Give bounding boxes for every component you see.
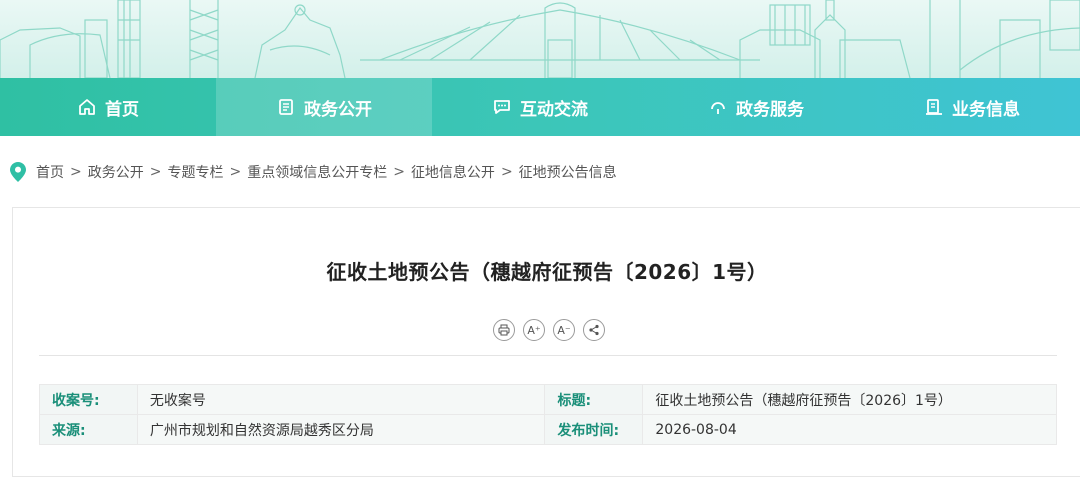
print-button[interactable] [493,319,515,341]
breadcrumb-item-land-acquisition[interactable]: 征地信息公开 [411,162,495,182]
share-icon [589,324,599,336]
breadcrumb-item-government-affairs[interactable]: 政务公开 [88,162,144,182]
nav-label: 政务服务 [736,99,804,120]
font-larger-icon: A⁺ [527,323,541,337]
title-value: 征收土地预公告（穗越府征预告〔2026〕1号） [642,384,1057,415]
index-label: 收案号: [39,384,138,415]
article-info-table: 收案号: 无收案号 标题: 征收土地预公告（穗越府征预告〔2026〕1号） 来源… [39,384,1057,445]
nav-item-government-affairs[interactable]: 政务公开 [216,78,432,136]
breadcrumb-item-special-topics[interactable]: 专题专栏 [167,162,223,182]
breadcrumb-item-home[interactable]: 首页 [36,162,64,182]
publish-date-value: 2026-08-04 [642,414,1057,445]
nav-item-services[interactable]: 政务服务 [648,78,864,136]
nav-label: 业务信息 [952,99,1020,120]
chat-icon [494,100,510,114]
header-banner [0,0,1080,78]
breadcrumb-separator: > [393,164,405,180]
breadcrumb-item-key-areas[interactable]: 重点领域信息公开专栏 [247,162,387,182]
service-icon [711,102,725,114]
breadcrumb: 首页 > 政务公开 > 专题专栏 > 重点领域信息公开专栏 > 征地信息公开 >… [10,160,617,184]
table-row: 收案号: 无收案号 标题: 征收土地预公告（穗越府征预告〔2026〕1号） [39,384,1057,415]
table-row: 来源: 广州市规划和自然资源局越秀区分局 发布时间: 2026-08-04 [39,414,1057,445]
title-label: 标题: [544,384,644,415]
article-title: 征收土地预公告（穗越府征预告〔2026〕1号） [326,260,768,284]
city-skyline-illustration [0,0,1080,78]
breadcrumb-item-pre-announcement[interactable]: 征地预公告信息 [519,162,617,182]
breadcrumb-separator: > [70,164,82,180]
share-button[interactable] [583,319,605,341]
home-icon [79,99,95,115]
nav-label: 政务公开 [304,99,372,120]
breadcrumb-separator: > [149,164,162,180]
nav-label: 互动交流 [520,99,588,120]
briefcase-icon [926,99,942,115]
font-smaller-icon: A⁻ [557,323,571,337]
location-pin-icon [10,162,26,182]
article-panel: 征收土地预公告（穗越府征预告〔2026〕1号） A⁺ A⁻ 收案号: 无收案号 … [12,207,1080,477]
nav-label: 首页 [105,99,139,120]
font-larger-button[interactable]: A⁺ [523,319,545,341]
breadcrumb-separator: > [500,164,513,180]
source-label: 来源: [39,414,138,445]
document-icon [279,99,293,115]
publish-date-label: 发布时间: [544,414,644,445]
main-nav: 首页 政务公开 互动交流 政务服务 业务信息 [0,78,1080,136]
source-value: 广州市规划和自然资源局越秀区分局 [136,414,546,445]
nav-item-interaction[interactable]: 互动交流 [432,78,648,136]
nav-item-business-info[interactable]: 业务信息 [864,78,1080,136]
divider [39,355,1057,356]
article-tools: A⁺ A⁻ [493,319,605,341]
nav-item-home[interactable]: 首页 [0,78,216,136]
print-icon [498,324,510,336]
index-value: 无收案号 [136,384,546,415]
breadcrumb-separator: > [229,164,242,180]
font-smaller-button[interactable]: A⁻ [553,319,575,341]
